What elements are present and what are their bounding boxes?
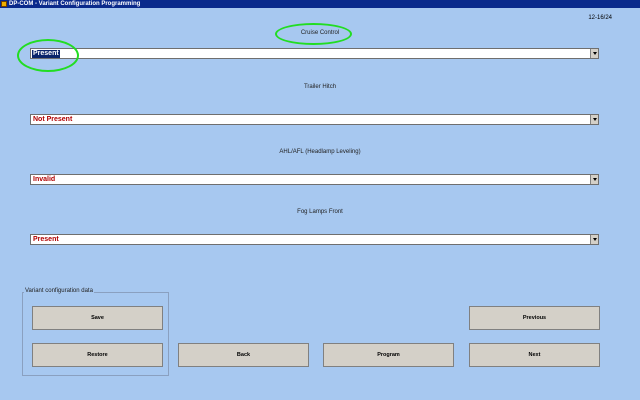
trailer-hitch-select[interactable]: Not Present <box>30 114 599 125</box>
cruise-control-select[interactable]: Present <box>30 48 599 59</box>
next-button[interactable]: Next <box>469 343 600 367</box>
fog-lamps-front-label: Fog Lamps Front <box>297 209 343 215</box>
save-button[interactable]: Save <box>32 306 163 330</box>
chevron-down-icon[interactable] <box>590 115 598 124</box>
chevron-down-icon[interactable] <box>590 235 598 244</box>
headlamp-leveling-select[interactable]: Invalid <box>30 174 599 185</box>
title-bar: DP-COM - Variant Configuration Programmi… <box>0 0 640 8</box>
trailer-hitch-value: Not Present <box>33 116 73 123</box>
headlamp-leveling-label: AHL/AFL (Headlamp Leveling) <box>279 149 361 155</box>
program-button[interactable]: Program <box>323 343 454 367</box>
date-label: 12-16/24 <box>588 15 612 21</box>
back-button[interactable]: Back <box>178 343 309 367</box>
trailer-hitch-label: Trailer Hitch <box>303 84 337 90</box>
restore-button[interactable]: Restore <box>32 343 163 367</box>
chevron-down-icon[interactable] <box>590 175 598 184</box>
variant-config-group-title: Variant configuration data <box>24 288 94 294</box>
previous-button[interactable]: Previous <box>469 306 600 330</box>
highlight-circle <box>17 39 79 72</box>
chevron-down-icon[interactable] <box>590 49 598 58</box>
headlamp-leveling-value: Invalid <box>33 176 56 183</box>
window-title: DP-COM - Variant Configuration Programmi… <box>9 1 141 7</box>
app-icon <box>1 1 7 7</box>
fog-lamps-front-select[interactable]: Present <box>30 234 599 245</box>
fog-lamps-front-value: Present <box>33 236 59 243</box>
highlight-circle <box>275 23 352 45</box>
